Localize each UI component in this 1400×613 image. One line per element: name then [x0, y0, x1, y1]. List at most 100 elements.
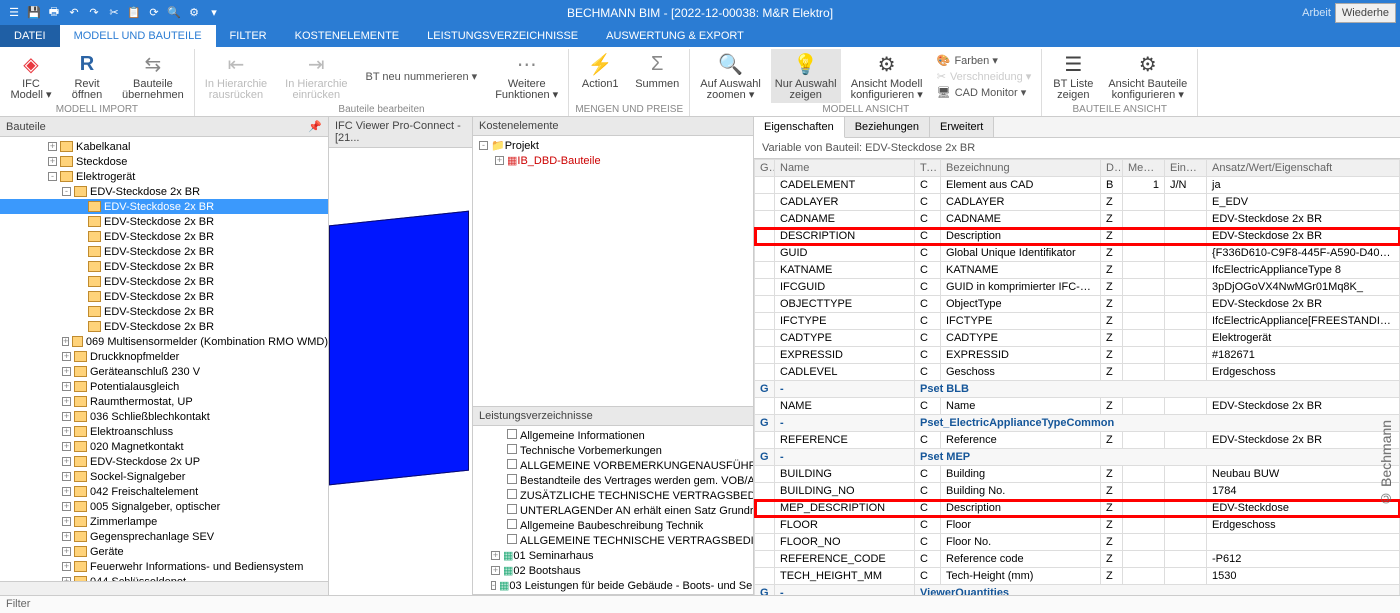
tab-eigenschaften[interactable]: Eigenschaften	[754, 117, 845, 138]
tree-node[interactable]: +Zimmerlampe	[0, 514, 328, 529]
bauteile-tree[interactable]: +Kabelkanal+Steckdose-Elektrogerät-EDV-S…	[0, 137, 328, 581]
tree-node[interactable]: +Druckknopfmelder	[0, 349, 328, 364]
table-row[interactable]: NAMECNameZEDV-Steckdose 2x BR	[755, 398, 1400, 415]
table-row[interactable]: DESCRIPTIONCDescriptionZEDV-Steckdose 2x…	[755, 228, 1400, 245]
btn-bt-liste-zeigen[interactable]: ☰BT Liste zeigen	[1048, 49, 1098, 103]
tab-filter[interactable]: FILTER	[216, 25, 281, 47]
table-row[interactable]: REFERENCECReferenceZEDV-Steckdose 2x BR	[755, 432, 1400, 449]
tree-node[interactable]: +Feuerwehr Informations- und Bediensyste…	[0, 559, 328, 574]
table-row[interactable]: CADTYPECCADTYPEZElektrogerät	[755, 330, 1400, 347]
tree-node[interactable]: +044 Schlüsseldepot	[0, 574, 328, 581]
filter-bar[interactable]: Filter	[0, 595, 1400, 613]
tab-beziehungen[interactable]: Beziehungen	[845, 117, 930, 137]
table-row[interactable]: GUIDCGlobal Unique IdentifikatorZ{F336D6…	[755, 245, 1400, 262]
tab-datei[interactable]: DATEI	[0, 25, 60, 47]
table-row[interactable]: CADLEVELCGeschossZErdgeschoss	[755, 364, 1400, 381]
copy-icon[interactable]: 📋	[126, 5, 142, 21]
tree-node[interactable]: EDV-Steckdose 2x BR	[0, 244, 328, 259]
tree-node[interactable]: +▦ IB_DBD-Bauteile	[473, 153, 753, 168]
tree-node[interactable]: +Raumthermostat, UP	[0, 394, 328, 409]
tree-node[interactable]: +Geräteanschluß 230 V	[0, 364, 328, 379]
tree-node[interactable]: -EDV-Steckdose 2x BR	[0, 184, 328, 199]
tab-modell-bauteile[interactable]: MODELL UND BAUTEILE	[60, 25, 216, 47]
table-row[interactable]: FLOOR_NOCFloor No.Z	[755, 534, 1400, 551]
tree-node[interactable]: -Elektrogerät	[0, 169, 328, 184]
search-icon[interactable]: 🔍	[166, 5, 182, 21]
btn-nur-auswahl-zeigen[interactable]: 💡Nur Auswahl zeigen	[771, 49, 841, 103]
tree-node[interactable]: +Potentialausgleich	[0, 379, 328, 394]
btn-summen[interactable]: ΣSummen	[631, 49, 683, 92]
table-row[interactable]: EXPRESSIDCEXPRESSIDZ#182671	[755, 347, 1400, 364]
btn-auf-auswahl-zoomen[interactable]: 🔍Auf Auswahl zoomen ▾	[696, 49, 765, 103]
tab-kostenelemente[interactable]: KOSTENELEMENTE	[281, 25, 414, 47]
table-row[interactable]: CADLAYERCCADLAYERZE_EDV	[755, 194, 1400, 211]
lv-node[interactable]: Allgemeine Baubeschreibung Technik	[473, 518, 753, 533]
dropdown-icon[interactable]: ▾	[206, 5, 222, 21]
lv-node[interactable]: +▦ 02 Bootshaus	[473, 563, 753, 578]
tab-erweitert[interactable]: Erweitert	[930, 117, 994, 137]
table-row[interactable]: CADNAMECCADNAMEZEDV-Steckdose 2x BR	[755, 211, 1400, 228]
btn-ansicht-bauteile-konfig[interactable]: ⚙Ansicht Bauteile konfigurieren ▾	[1104, 49, 1191, 103]
tree-node[interactable]: EDV-Steckdose 2x BR	[0, 304, 328, 319]
tree-node[interactable]: +Geräte	[0, 544, 328, 559]
btn-farben[interactable]: 🎨 Farben ▾	[933, 53, 1036, 68]
save-icon[interactable]: 💾	[26, 5, 42, 21]
btn-weitere-funktionen[interactable]: ⋯Weitere Funktionen ▾	[491, 49, 562, 103]
tree-node[interactable]: EDV-Steckdose 2x BR	[0, 229, 328, 244]
table-row[interactable]: G-ViewerQuantities	[755, 585, 1400, 596]
lv-node[interactable]: +▦ 01 Seminarhaus	[473, 548, 753, 563]
lv-node[interactable]: ZUSÄTZLICHE TECHNISCHE VERTRAGSBEDINGUN	[473, 488, 753, 503]
lv-tree[interactable]: Allgemeine InformationenTechnische Vorbe…	[473, 426, 753, 594]
table-row[interactable]: IFCGUIDCGUID in komprimierter IFC-FormZ3…	[755, 279, 1400, 296]
undo-icon[interactable]: ↶	[66, 5, 82, 21]
tree-node[interactable]: +042 Freischaltelement	[0, 484, 328, 499]
refresh-icon[interactable]: ⟳	[146, 5, 162, 21]
lv-node[interactable]: Allgemeine Informationen	[473, 428, 753, 443]
panel-pin-icon[interactable]: 📌	[308, 120, 322, 133]
table-row[interactable]: G-Pset_ElectricApplianceTypeCommon	[755, 415, 1400, 432]
btn-cad-monitor[interactable]: 🖥 CAD Monitor ▾	[933, 85, 1036, 100]
tree-node[interactable]: EDV-Steckdose 2x BR	[0, 274, 328, 289]
lv-node[interactable]: UNTERLAGENDer AN erhält einen Satz Grund…	[473, 503, 753, 518]
settings-icon[interactable]: ⚙	[186, 5, 202, 21]
cut-icon[interactable]: ✂	[106, 5, 122, 21]
hscroll[interactable]	[0, 581, 328, 595]
tree-node[interactable]: +Gegensprechanlage SEV	[0, 529, 328, 544]
table-row[interactable]: G-Pset MEP	[755, 449, 1400, 466]
menu-icon[interactable]: ☰	[6, 5, 22, 21]
table-row[interactable]: OBJECTTYPECObjectTypeZEDV-Steckdose 2x B…	[755, 296, 1400, 313]
lv-node[interactable]: Bestandteile des Vertrages werden gem. V…	[473, 473, 753, 488]
tab-auswertung-export[interactable]: AUSWERTUNG & EXPORT	[592, 25, 758, 47]
table-row[interactable]: FLOORCFloorZErdgeschoss	[755, 517, 1400, 534]
tree-node[interactable]: -📁 Projekt	[473, 138, 753, 153]
print-icon[interactable]: 🖶	[46, 5, 62, 21]
kostenelemente-tree[interactable]: -📁 Projekt +▦ IB_DBD-Bauteile	[473, 136, 753, 406]
lv-node[interactable]: ALLGEMEINE VORBEMERKUNGENAUSFÜHRUNG AL	[473, 458, 753, 473]
tree-node[interactable]: EDV-Steckdose 2x BR	[0, 214, 328, 229]
ifc-viewer-canvas[interactable]	[329, 148, 472, 595]
table-row[interactable]: KATNAMECKATNAMEZIfcElectricApplianceType…	[755, 262, 1400, 279]
tree-node[interactable]: +Steckdose	[0, 154, 328, 169]
property-scroll[interactable]: GrNameTypBezeichnungDaMengeEinheitAnsatz…	[754, 159, 1400, 595]
lv-node[interactable]: Technische Vorbemerkungen	[473, 443, 753, 458]
table-row[interactable]: TECH_HEIGHT_MMCTech-Height (mm)Z1530	[755, 568, 1400, 585]
tree-node[interactable]: +005 Signalgeber, optischer	[0, 499, 328, 514]
btn-ifc-modell[interactable]: ◈IFC Modell ▾	[6, 49, 56, 103]
table-row[interactable]: G-Pset BLB	[755, 381, 1400, 398]
btn-ansicht-modell-konfig[interactable]: ⚙Ansicht Modell konfigurieren ▾	[847, 49, 927, 103]
table-row[interactable]: REFERENCE_CODECReference codeZ-P612	[755, 551, 1400, 568]
lv-node[interactable]: -▦ 03 Leistungen für beide Gebäude - Boo…	[473, 578, 753, 593]
btn-bauteile-uebernehmen[interactable]: ⇆Bauteile übernehmen	[118, 49, 188, 103]
table-row[interactable]: BUILDINGCBuildingZNeubau BUW	[755, 466, 1400, 483]
table-row[interactable]: CADELEMENTCElement aus CADB1J/Nja	[755, 177, 1400, 194]
redo-icon[interactable]: ↷	[86, 5, 102, 21]
tree-node[interactable]: +036 Schließblechkontakt	[0, 409, 328, 424]
tab-leistungsverzeichnisse[interactable]: LEISTUNGSVERZEICHNISSE	[413, 25, 592, 47]
btn-revit-oeffnen[interactable]: RRevit öffnen	[62, 49, 112, 103]
tree-node[interactable]: +069 Multisensormelder (Kombination RMO …	[0, 334, 328, 349]
lv-node[interactable]: ALLGEMEINE TECHNISCHE VERTRAGSBEDINGUNG	[473, 533, 753, 548]
table-row[interactable]: IFCTYPECIFCTYPEZIfcElectricAppliance[FRE…	[755, 313, 1400, 330]
table-row[interactable]: BUILDING_NOCBuilding No.Z1784	[755, 483, 1400, 500]
btn-bt-neu-nummerieren[interactable]: BT neu nummerieren ▾	[362, 69, 482, 84]
btn-action1[interactable]: ⚡Action1	[575, 49, 625, 92]
